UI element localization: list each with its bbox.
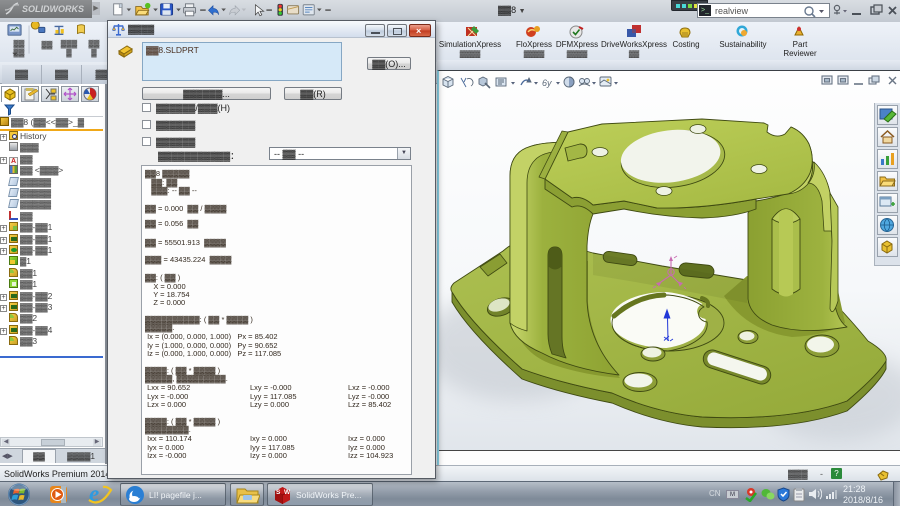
svg-text:6y: 6y [542, 78, 552, 88]
svg-text:W: W [284, 489, 291, 496]
svg-text:S: S [276, 489, 281, 496]
